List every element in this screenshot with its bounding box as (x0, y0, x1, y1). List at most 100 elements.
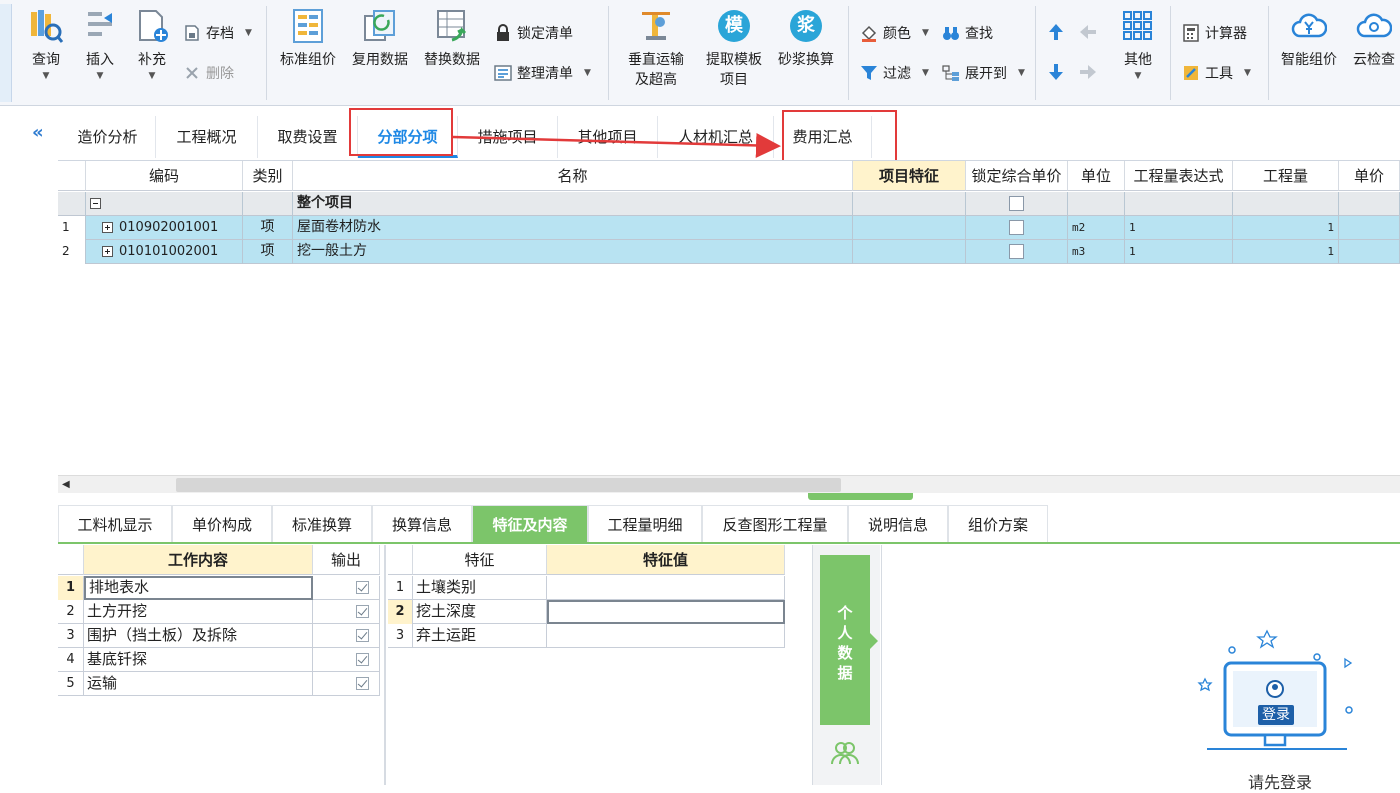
reuse-data-button[interactable]: 复用数据 (348, 8, 412, 70)
personal-data-tab[interactable]: 个人数据 (820, 555, 878, 725)
row-unit[interactable]: m2 (1068, 216, 1125, 240)
row-name[interactable]: 屋面卷材防水 (293, 216, 853, 240)
panel-divider[interactable] (384, 545, 386, 785)
subtab-labor-material-display[interactable]: 工料机显示 (58, 505, 172, 543)
collapse-group-icon[interactable] (86, 192, 243, 216)
work-content-name[interactable]: 排地表水 (84, 576, 313, 600)
output-checkbox[interactable] (313, 648, 380, 672)
delete-button[interactable]: 删除 (183, 62, 234, 84)
feature-value[interactable] (547, 576, 785, 600)
tools-caret-icon[interactable]: ▼ (1244, 68, 1251, 78)
vertical-transport-button[interactable]: 垂直运输 及超高 (620, 8, 692, 90)
move-left-icon[interactable] (1078, 22, 1098, 42)
subtab-standard-conversion[interactable]: 标准换算 (272, 505, 372, 543)
scroll-left-icon[interactable]: ◀ (62, 479, 70, 490)
extract-template-button[interactable]: 模 提取模板 项目 (702, 8, 766, 90)
list-item[interactable]: 1 土壤类别 (388, 576, 785, 600)
subtab-reverse-graphic-quantity[interactable]: 反查图形工程量 (702, 505, 848, 543)
move-down-icon[interactable] (1046, 62, 1066, 82)
feature-name[interactable]: 挖土深度 (413, 600, 547, 624)
tab-project-overview[interactable]: 工程概况 (156, 116, 258, 158)
work-content-name[interactable]: 土方开挖 (84, 600, 313, 624)
filter-button[interactable]: 过滤 ▼ (860, 62, 929, 84)
row-name[interactable]: 挖一般土方 (293, 240, 853, 264)
tab-labor-material-summary[interactable]: 人材机汇总 (658, 116, 774, 158)
horizontal-scrollbar[interactable]: ◀ (58, 475, 1400, 493)
mortar-convert-button[interactable]: 浆 砂浆换算 (774, 8, 838, 70)
list-item[interactable]: 2 土方开挖 (58, 600, 380, 624)
grid-header-lock-price[interactable]: 锁定综合单价 (966, 161, 1068, 191)
list-item[interactable]: 4 基底钎探 (58, 648, 380, 672)
subtab-quantity-details[interactable]: 工程量明细 (588, 505, 702, 543)
insert-button[interactable]: 插入 ▼ (78, 8, 122, 82)
subtab-unit-price-composition[interactable]: 单价构成 (172, 505, 272, 543)
filter-caret-icon[interactable]: ▼ (922, 68, 929, 78)
tab-cost-analysis[interactable]: 造价分析 (60, 116, 156, 158)
list-item[interactable]: 2 挖土深度 (388, 600, 785, 624)
subtab-pricing-scheme[interactable]: 组价方案 (948, 505, 1048, 543)
table-row[interactable]: 1 010902001001 项 屋面卷材防水 m2 1 1 (58, 216, 1400, 240)
lock-list-button[interactable]: 锁定清单 (494, 22, 573, 44)
features-header-value[interactable]: 特征值 (547, 545, 785, 575)
organize-list-button[interactable]: 整理清单 ▼ (494, 62, 591, 84)
row-expr[interactable]: 1 (1125, 240, 1233, 264)
list-item[interactable]: 3 围护（挡土板）及拆除 (58, 624, 380, 648)
tab-measures[interactable]: 措施项目 (458, 116, 558, 158)
insert-caret-icon[interactable]: ▼ (78, 70, 122, 82)
tab-other-items[interactable]: 其他项目 (558, 116, 658, 158)
supplement-caret-icon[interactable]: ▼ (130, 70, 174, 82)
move-right-icon[interactable] (1078, 62, 1098, 82)
grid-header-features[interactable]: 项目特征 (853, 161, 966, 191)
work-content-name[interactable]: 基底钎探 (84, 648, 313, 672)
login-button[interactable]: 登录 (1258, 705, 1294, 725)
lock-price-checkbox[interactable] (966, 192, 1068, 216)
row-features[interactable] (853, 216, 966, 240)
output-checkbox[interactable] (313, 672, 380, 696)
cloud-check-button[interactable]: 云检查 (1348, 8, 1400, 70)
expand-to-caret-icon[interactable]: ▼ (1018, 68, 1025, 78)
row-unit[interactable]: m3 (1068, 240, 1125, 264)
move-up-icon[interactable] (1046, 22, 1066, 42)
standard-pricing-button[interactable]: 标准组价 (276, 8, 340, 70)
color-caret-icon[interactable]: ▼ (922, 28, 929, 38)
grid-header-name[interactable]: 名称 (293, 161, 853, 191)
row-expr[interactable]: 1 (1125, 216, 1233, 240)
expand-to-button[interactable]: 展开到 ▼ (942, 62, 1025, 84)
other-caret-icon[interactable]: ▼ (1114, 70, 1162, 82)
tab-fee-settings[interactable]: 取费设置 (258, 116, 358, 158)
supplement-button[interactable]: 补充 ▼ (130, 8, 174, 82)
feature-value[interactable] (547, 600, 785, 624)
output-checkbox[interactable] (313, 576, 380, 600)
grid-header-code[interactable]: 编码 (86, 161, 243, 191)
feature-name[interactable]: 土壤类别 (413, 576, 547, 600)
row-features[interactable] (853, 192, 966, 216)
expand-row-icon[interactable] (102, 221, 113, 233)
organize-list-caret-icon[interactable]: ▼ (584, 68, 591, 78)
query-button[interactable]: 查询 ▼ (24, 8, 68, 82)
collapse-panel-icon[interactable]: « (32, 122, 44, 143)
replace-data-button[interactable]: 替换数据 (420, 8, 484, 70)
scrollbar-thumb[interactable] (176, 478, 841, 492)
query-caret-icon[interactable]: ▼ (24, 70, 68, 82)
calculator-button[interactable]: 计算器 (1182, 22, 1247, 44)
smart-pricing-button[interactable]: 智能组价 (1276, 8, 1342, 70)
color-button[interactable]: 颜色 ▼ (860, 22, 929, 44)
work-content-name[interactable]: 运输 (84, 672, 313, 696)
row-code[interactable]: 010101002001 (86, 240, 243, 264)
lock-price-checkbox[interactable] (966, 240, 1068, 264)
output-checkbox[interactable] (313, 624, 380, 648)
output-checkbox[interactable] (313, 600, 380, 624)
table-row-group[interactable]: 整个项目 (58, 192, 1400, 216)
archive-caret-icon[interactable]: ▼ (245, 28, 252, 38)
tools-button[interactable]: 工具 ▼ (1182, 62, 1251, 84)
expand-row-icon[interactable] (102, 245, 113, 257)
row-qty[interactable]: 1 (1233, 240, 1339, 264)
subtab-conversion-info[interactable]: 换算信息 (372, 505, 472, 543)
find-button[interactable]: 查找 (942, 22, 993, 44)
list-item[interactable]: 5 运输 (58, 672, 380, 696)
list-item[interactable]: 3 弃土运距 (388, 624, 785, 648)
work-content-header-output[interactable]: 输出 (313, 545, 380, 575)
work-content-name[interactable]: 围护（挡土板）及拆除 (84, 624, 313, 648)
grid-header-quantity[interactable]: 工程量 (1233, 161, 1339, 191)
list-item[interactable]: 1 排地表水 (58, 576, 380, 600)
